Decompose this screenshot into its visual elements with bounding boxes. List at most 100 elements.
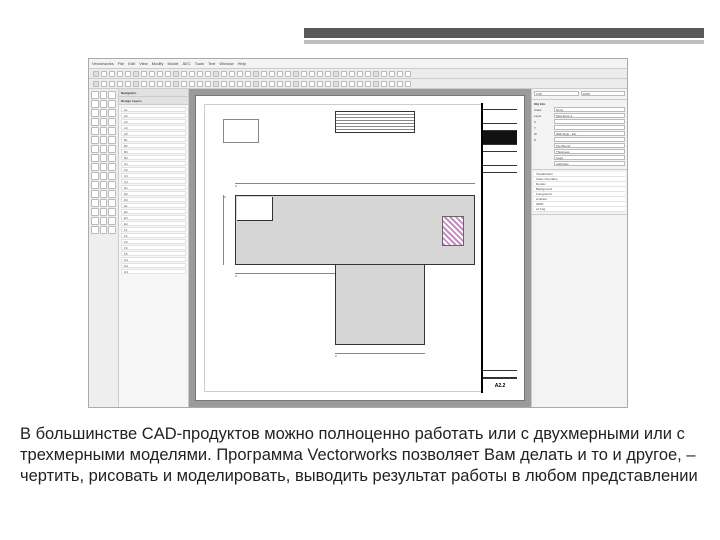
tool-palette[interactable] [89, 89, 119, 407]
toolbar-button[interactable] [205, 71, 211, 77]
tool-button[interactable] [108, 109, 116, 117]
layer-item[interactable]: B1 [121, 137, 186, 142]
toolbar-button[interactable] [325, 81, 331, 87]
menu-item[interactable]: Vectorworks [92, 61, 114, 66]
toolbar-button[interactable] [333, 81, 339, 87]
menu-item[interactable]: Tools [195, 61, 204, 66]
layer-item[interactable]: B4 [121, 155, 186, 160]
tool-button[interactable] [108, 136, 116, 144]
tool-button[interactable] [108, 154, 116, 162]
toolbar-button[interactable] [205, 81, 211, 87]
layer-item[interactable]: B2 [121, 143, 186, 148]
tool-button[interactable] [100, 217, 108, 225]
layer-item[interactable]: F2 [121, 233, 186, 238]
toolbar-button[interactable] [301, 71, 307, 77]
toolbar-button[interactable] [133, 71, 139, 77]
toolbar-button[interactable] [317, 71, 323, 77]
tool-button[interactable] [100, 145, 108, 153]
toolbar-button[interactable] [373, 71, 379, 77]
layer-item[interactable]: E2 [121, 209, 186, 214]
toolbar-button[interactable] [237, 71, 243, 77]
toolbar-button[interactable] [245, 81, 251, 87]
toolbar-button[interactable] [229, 71, 235, 77]
tool-button[interactable] [108, 226, 116, 234]
layer-item[interactable]: G1 [121, 257, 186, 262]
toolbar-button[interactable] [301, 81, 307, 87]
scale-field[interactable]: 1:50 [534, 91, 579, 96]
toolbar-button[interactable] [93, 71, 99, 77]
toolbar-button[interactable] [293, 71, 299, 77]
layer-item[interactable]: E1 [121, 203, 186, 208]
toolbar-button[interactable] [165, 81, 171, 87]
toolbar-button[interactable] [349, 81, 355, 87]
field-input[interactable] [554, 137, 625, 142]
toolbar-button[interactable] [125, 81, 131, 87]
menu-item[interactable]: File [118, 61, 124, 66]
toolbar-button[interactable] [101, 81, 107, 87]
tool-button[interactable] [100, 100, 108, 108]
visualization-section[interactable]: VisualizationClass OverridesRenderBackgr… [532, 170, 627, 215]
tool-button[interactable] [91, 208, 99, 216]
toolbar-button[interactable] [357, 81, 363, 87]
tool-button[interactable] [91, 154, 99, 162]
toolbar-button[interactable] [117, 81, 123, 87]
toolbar-button[interactable] [197, 81, 203, 87]
toolbar-row-2[interactable] [89, 79, 627, 89]
tool-button[interactable] [100, 181, 108, 189]
layer-item[interactable]: F4 [121, 245, 186, 250]
toolbar-button[interactable] [293, 81, 299, 87]
tool-button[interactable] [91, 136, 99, 144]
tool-button[interactable] [91, 181, 99, 189]
toolbar-button[interactable] [357, 71, 363, 77]
field-input[interactable]: Attributes [554, 161, 625, 166]
field-input[interactable]: Mod-Floor-1 [554, 113, 625, 118]
toolbar-button[interactable] [157, 71, 163, 77]
tool-button[interactable] [108, 91, 116, 99]
layer-item[interactable]: C2 [121, 167, 186, 172]
tool-button[interactable] [91, 127, 99, 135]
toolbar-button[interactable] [277, 81, 283, 87]
menu-item[interactable]: Text [208, 61, 215, 66]
tool-button[interactable] [91, 226, 99, 234]
toolbar-button[interactable] [397, 71, 403, 77]
toolbar-button[interactable] [141, 81, 147, 87]
navigation-panel[interactable]: Navigation Design Layers A1A2A3A4A5B1B2B… [119, 89, 189, 407]
toolbar-button[interactable] [213, 71, 219, 77]
toolbar-button[interactable] [93, 81, 99, 87]
toolbar-button[interactable] [261, 71, 267, 77]
toolbar-button[interactable] [125, 71, 131, 77]
tool-button[interactable] [91, 172, 99, 180]
tool-button[interactable] [100, 163, 108, 171]
toolbar-button[interactable] [277, 71, 283, 77]
toolbar-button[interactable] [405, 71, 411, 77]
tool-button[interactable] [91, 118, 99, 126]
tool-button[interactable] [108, 118, 116, 126]
menubar[interactable]: VectorworksFileEditViewModifyModelAECToo… [89, 59, 627, 69]
toolbar-button[interactable] [285, 81, 291, 87]
tool-button[interactable] [91, 217, 99, 225]
toolbar-button[interactable] [141, 71, 147, 77]
tool-button[interactable] [108, 145, 116, 153]
tool-button[interactable] [108, 163, 116, 171]
menu-item[interactable]: Modify [152, 61, 164, 66]
tool-button[interactable] [108, 127, 116, 135]
field-input[interactable] [554, 125, 625, 130]
tool-button[interactable] [100, 154, 108, 162]
toolbar-button[interactable] [149, 81, 155, 87]
toolbar-button[interactable] [381, 71, 387, 77]
tool-button[interactable] [100, 226, 108, 234]
layer-item[interactable]: D3 [121, 197, 186, 202]
tool-button[interactable] [100, 118, 108, 126]
field-input[interactable]: Wall Style - Ext [554, 131, 625, 136]
toolbar-button[interactable] [309, 71, 315, 77]
tool-button[interactable] [108, 208, 116, 216]
layer-item[interactable]: A3 [121, 119, 186, 124]
toolbar-button[interactable] [389, 81, 395, 87]
layer-item[interactable]: D1 [121, 185, 186, 190]
tool-button[interactable] [100, 172, 108, 180]
toolbar-button[interactable] [173, 71, 179, 77]
field-input[interactable]: Top Bound [554, 143, 625, 148]
menu-item[interactable]: View [139, 61, 148, 66]
toolbar-button[interactable] [253, 71, 259, 77]
menu-item[interactable]: Window [219, 61, 233, 66]
